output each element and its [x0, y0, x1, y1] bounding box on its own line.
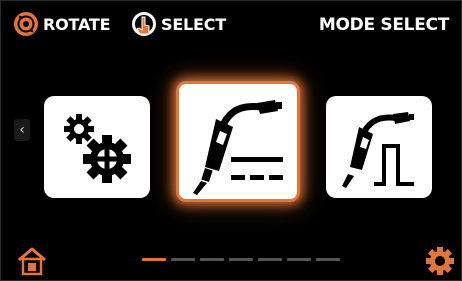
home-icon: [18, 247, 46, 276]
select-label: SELECT: [161, 14, 227, 34]
chevron-left-icon: ‹: [19, 122, 25, 138]
rotate-hint: ROTATE: [13, 11, 111, 37]
page-dot: [171, 258, 195, 261]
prev-mode-button[interactable]: ‹: [14, 119, 30, 141]
rotate-knob-icon: [14, 12, 38, 36]
page-title: MODE SELECT: [318, 15, 449, 35]
page-dot: [142, 258, 166, 261]
mig-torch-continuous-icon: [193, 99, 283, 195]
mode-select-screen: ROTATE SELECT MODE SELECT ‹: [0, 0, 462, 281]
settings-button[interactable]: [425, 246, 455, 276]
mode-tile-pulse[interactable]: [326, 96, 432, 198]
home-button[interactable]: [17, 246, 47, 276]
settings-gears-icon: [64, 114, 131, 183]
pagination-indicator: [142, 258, 340, 261]
page-dot: [229, 258, 253, 261]
mode-tile-settings[interactable]: [44, 96, 150, 198]
page-dot: [258, 258, 282, 261]
page-dot: [200, 258, 224, 261]
mode-tile-continuous[interactable]: [176, 81, 300, 202]
page-dot: [316, 258, 340, 261]
gear-icon: [426, 247, 454, 275]
page-dot: [287, 258, 311, 261]
mig-torch-pulse-icon: [342, 112, 414, 188]
press-knob-icon: [132, 12, 156, 36]
rotate-label: ROTATE: [43, 14, 111, 34]
select-hint: SELECT: [131, 11, 226, 37]
